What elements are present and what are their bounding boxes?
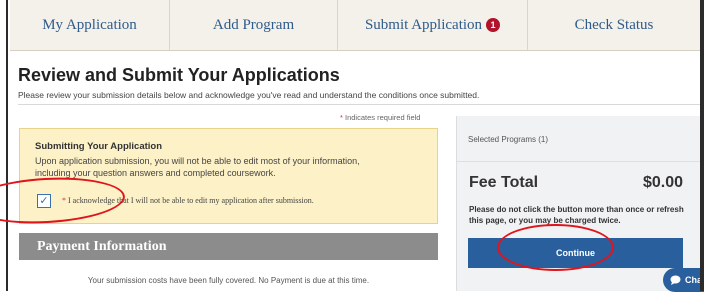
submission-notice: Submitting Your Application Upon applica… [19,128,438,224]
divider [18,104,700,105]
acknowledge-checkbox[interactable]: ✓ [37,194,51,208]
page-subtitle: Please review your submission details be… [18,90,480,100]
chat-bubble-icon [670,275,681,285]
fee-total-value: $0.00 [642,174,683,191]
window-frame-left [0,0,8,291]
required-field-note: * Indicates required field [340,113,420,122]
acknowledge-label[interactable]: * I acknowledge that I will not be able … [62,196,314,205]
notice-body: Upon application submission, you will no… [35,156,360,178]
window-frame-right [700,0,704,291]
required-note-text: Indicates required field [342,113,421,122]
acknowledge-text: I acknowledge that I will not be able to… [66,196,314,205]
tab-check-status[interactable]: Check Status [528,0,700,50]
fee-total-label: Fee Total [469,174,539,191]
fee-summary-panel: Selected Programs (1) Fee Total $0.00 Pl… [456,116,701,291]
tab-bar: My Application Add Program Submit Applic… [10,0,700,51]
tab-add-program[interactable]: Add Program [170,0,338,50]
double-charge-warning: Please do not click the button more than… [469,205,684,225]
payment-section-header: Payment Information [19,233,438,260]
tab-my-application[interactable]: My Application [10,0,170,50]
tab-label: Check Status [574,16,654,33]
application-page: My Application Add Program Submit Applic… [10,0,701,291]
continue-button[interactable]: Continue [468,238,683,268]
selected-programs-count: Selected Programs (1) [468,135,549,144]
notification-badge: 1 [486,18,501,32]
tab-label: Add Program [212,16,295,33]
chat-button[interactable]: Cha [663,268,704,292]
notice-title: Submitting Your Application [35,141,163,152]
tab-label: My Application [42,16,137,33]
divider [457,161,701,162]
page-title: Review and Submit Your Applications [18,65,340,85]
tab-submit-application[interactable]: Submit Application 1 [338,0,528,50]
payment-status-text: Your submission costs have been fully co… [87,276,370,285]
tab-label: Submit Application [364,16,483,33]
